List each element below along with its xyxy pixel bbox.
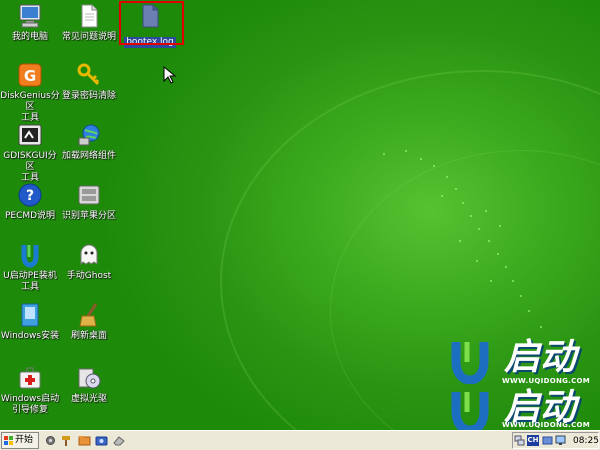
- icon-label: 识别苹果分区: [61, 211, 116, 221]
- help-icon: ?: [17, 182, 43, 208]
- desktop[interactable]: 我的电脑 常见问题说明 bootex.log G DiskGenius分区 工具…: [0, 0, 600, 430]
- desktop-icon-refresh-desktop[interactable]: 刷新桌面: [59, 302, 119, 342]
- desktop-icon-apple-partition[interactable]: 识别苹果分区: [59, 182, 119, 222]
- keyboard-tray-icon[interactable]: [542, 435, 553, 446]
- uqidong-logo-lower: 启动 WWW.UQIDONG.COM: [450, 390, 600, 430]
- icon-label: U启动PE装机 工具: [3, 271, 57, 292]
- camera-icon[interactable]: [95, 434, 108, 447]
- logo-brand-text: 启动: [504, 337, 577, 378]
- diskgenius-icon: G: [17, 62, 43, 88]
- ime-indicator[interactable]: CH: [527, 435, 539, 446]
- network-tray-icon[interactable]: [514, 435, 525, 446]
- icon-label: 加载网络组件: [61, 151, 116, 161]
- icon-label: 我的电脑: [11, 32, 48, 42]
- display-tray-icon[interactable]: [555, 435, 566, 446]
- ghost-icon: [76, 242, 102, 268]
- icon-label: Windows启动 引导修复: [0, 394, 60, 415]
- u-logo-icon: [451, 342, 489, 384]
- desktop-icon-pecmd-help[interactable]: ? PECMD说明: [0, 182, 60, 222]
- mouse-cursor-icon: [163, 66, 177, 84]
- selection-highlight-box: [119, 1, 184, 45]
- logo-url-text: WWW.UQIDONG.COM: [502, 377, 591, 385]
- taskbar: 开始 CH 08:25: [0, 430, 600, 450]
- broom-icon: [76, 302, 102, 328]
- system-tray: CH 08:25: [512, 432, 599, 449]
- computer-icon: [17, 3, 43, 29]
- gdiskgui-icon: [17, 122, 43, 148]
- icon-label: PECMD说明: [4, 211, 56, 221]
- icon-label: 常见问题说明: [61, 32, 116, 42]
- icon-label: 刷新桌面: [70, 331, 107, 341]
- start-button[interactable]: 开始: [1, 432, 39, 449]
- network-globe-icon: [76, 122, 102, 148]
- svg-text:G: G: [24, 67, 36, 85]
- icon-label: GDISKGUI分区 工具: [3, 151, 57, 183]
- uqidong-installer-icon: [17, 242, 43, 268]
- icon-label: 登录密码清除: [61, 91, 116, 101]
- hammer-icon[interactable]: [60, 434, 73, 447]
- icon-label: 虚拟光驱: [70, 394, 107, 404]
- start-label: 开始: [15, 435, 34, 445]
- eraser-icon[interactable]: [112, 434, 125, 447]
- icon-label: 手动Ghost: [66, 271, 112, 281]
- desktop-icon-load-network[interactable]: 加载网络组件: [59, 122, 119, 162]
- key-icon: [76, 62, 102, 88]
- desktop-icon-my-computer[interactable]: 我的电脑: [0, 3, 60, 43]
- logo-brand-text: 启动: [504, 387, 577, 428]
- icon-label: DiskGenius分区 工具: [0, 91, 60, 123]
- desktop-icon-password-clear[interactable]: 登录密码清除: [59, 62, 119, 102]
- gear-icon[interactable]: [44, 434, 57, 447]
- u-logo-icon: [451, 392, 489, 430]
- desktop-icon-uqidong-pe[interactable]: U启动PE装机 工具: [0, 242, 60, 293]
- cd-drive-icon: [76, 365, 102, 391]
- desktop-icon-windows-setup[interactable]: Windows安装: [0, 302, 60, 342]
- logo-url-text: WWW.UQIDONG.COM: [502, 421, 591, 429]
- icon-label: Windows安装: [0, 331, 60, 341]
- desktop-icon-boot-repair[interactable]: Windows启动 引导修复: [0, 365, 60, 416]
- first-aid-kit-icon: [17, 365, 43, 391]
- svg-text:?: ?: [26, 188, 34, 204]
- desktop-icon-gdiskgui[interactable]: GDISKGUI分区 工具: [0, 122, 60, 184]
- desktop-icon-faq[interactable]: 常见问题说明: [59, 3, 119, 43]
- clock[interactable]: 08:25: [573, 435, 599, 447]
- folder-icon[interactable]: [78, 434, 91, 447]
- desktop-icon-diskgenius[interactable]: G DiskGenius分区 工具: [0, 62, 60, 124]
- desktop-icon-virtual-drive[interactable]: 虚拟光驱: [59, 365, 119, 405]
- desktop-icon-manual-ghost[interactable]: 手动Ghost: [59, 242, 119, 282]
- windows-flag-icon: [4, 436, 13, 445]
- text-document-icon: [76, 3, 102, 29]
- uqidong-logo-upper: 启动 WWW.UQIDONG.COM: [450, 340, 600, 388]
- apple-partition-icon: [76, 182, 102, 208]
- windows-setup-icon: [17, 302, 43, 328]
